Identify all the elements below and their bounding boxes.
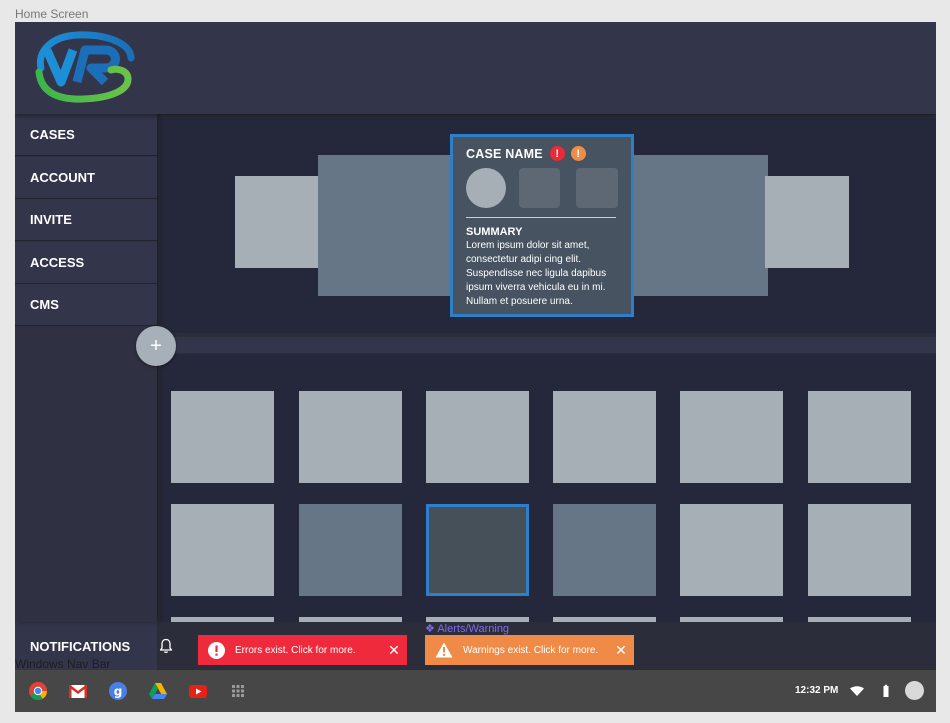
bell-icon[interactable] [155,622,177,670]
case-thumbnail [518,168,561,208]
notification-bar: NOTIFICATIONS ❖ Alerts/Warning Errors ex… [15,622,936,670]
section-divider [160,337,936,353]
grid-tile[interactable] [299,504,402,596]
error-badge-icon: ! [549,146,565,161]
grid-tile[interactable] [680,504,783,596]
case-title-row: CASE NAME ! ! [466,146,618,161]
grid-tile-selected[interactable] [426,504,529,596]
error-alert-text: Errors exist. Click for more. [235,644,356,656]
youtube-icon[interactable] [188,681,208,701]
warning-alert[interactable]: Warnings exist. Click for more. ✕ [425,635,634,665]
grid-tile[interactable] [680,391,783,483]
grid-tile[interactable] [553,391,656,483]
summary-title: SUMMARY [466,226,523,238]
grid-tile[interactable] [426,391,529,483]
sidebar: CASES ACCOUNT INVITE ACCESS CMS [15,114,157,622]
sidebar-item-invite[interactable]: INVITE [15,199,157,241]
close-icon[interactable]: ✕ [608,642,634,659]
wifi-icon[interactable] [849,683,865,699]
error-alert[interactable]: Errors exist. Click for more. ✕ [198,635,407,665]
svg-text:g: g [114,685,123,699]
battery-icon[interactable] [881,684,891,698]
summary-text: Lorem ipsum dolor sit amet, consectetur … [466,240,607,307]
alerts-warning-text: Alerts/Warning [437,623,510,635]
grid-tile[interactable] [171,504,274,596]
clock[interactable]: 12:32 PM [795,685,838,696]
taskbar: g 12:32 PM [15,670,936,712]
chrome-icon[interactable] [28,681,48,701]
user-avatar[interactable] [905,681,924,700]
grid-tile[interactable] [808,391,911,483]
case-name: CASE NAME [466,146,543,161]
grid-tile[interactable] [171,391,274,483]
windows-nav-bar-label: Windows Nav Bar [15,657,111,671]
sidebar-item-access[interactable]: ACCESS [15,241,157,284]
error-circle-icon [208,641,225,659]
alerts-warning-label: ❖ Alerts/Warning [425,622,509,635]
gmail-icon[interactable] [68,681,88,701]
carousel-slide-far-right[interactable] [765,176,849,268]
diamond-icon: ❖ [425,623,435,635]
sidebar-item-account[interactable]: ACCOUNT [15,156,157,199]
close-icon[interactable]: ✕ [381,642,407,659]
add-button[interactable]: + [136,326,176,366]
warning-triangle-icon [435,642,453,658]
carousel-slide-left[interactable] [318,155,458,296]
grid-tile[interactable] [808,504,911,596]
frame-label: Home Screen [15,7,89,21]
grid-tile[interactable] [553,504,656,596]
sidebar-item-cases[interactable]: CASES [15,114,157,156]
app-frame: CASES ACCOUNT INVITE ACCESS CMS CASE NAM… [15,22,936,712]
carousel-slide-right[interactable] [628,155,768,296]
google-icon[interactable]: g [108,681,128,701]
vr-logo[interactable] [33,30,138,104]
app-launcher-icon[interactable] [228,681,248,701]
grid-tile[interactable] [299,391,402,483]
case-thumbnail [576,168,618,208]
warning-alert-text: Warnings exist. Click for more. [463,644,599,656]
drive-icon[interactable] [148,681,168,701]
warning-badge-icon: ! [570,146,586,161]
case-grid [160,354,936,624]
case-thumbnails [466,168,618,208]
sidebar-item-cms[interactable]: CMS [15,284,157,326]
case-avatar [466,168,506,208]
header [15,22,936,114]
divider [466,217,616,218]
case-card[interactable]: CASE NAME ! ! SUMMARY Lorem ipsum dolor … [450,134,634,317]
